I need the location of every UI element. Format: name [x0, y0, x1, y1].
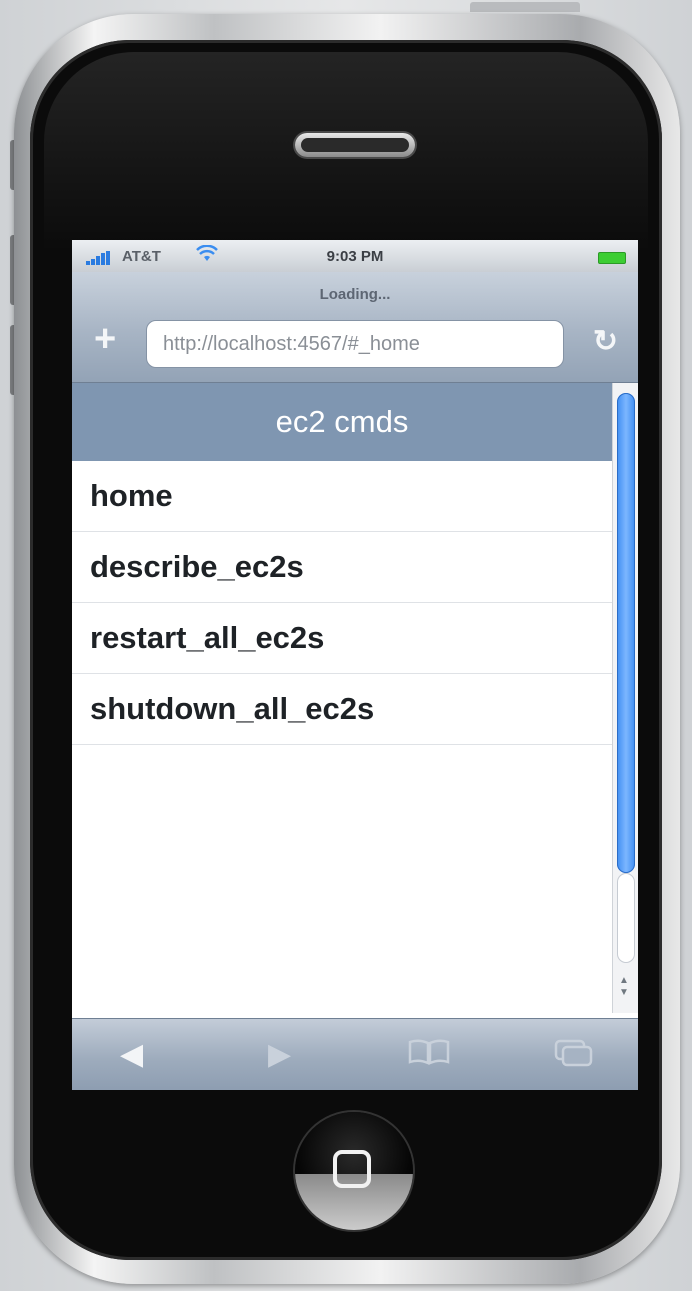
list-item-restart-all-ec2s[interactable]: restart_all_ec2s	[72, 603, 612, 674]
clock: 9:03 PM	[326, 248, 384, 265]
url-input[interactable]	[146, 320, 564, 368]
page-title: ec2 cmds	[72, 383, 612, 461]
list-item-describe-ec2s[interactable]: describe_ec2s	[72, 532, 612, 603]
reload-icon[interactable]: ↻	[593, 324, 618, 359]
page-loading-title: Loading...	[319, 286, 391, 303]
command-list: home describe_ec2s restart_all_ec2s shut…	[72, 461, 612, 745]
scrollbar-track[interactable]	[617, 873, 635, 963]
forward-icon[interactable]: ▶	[268, 1037, 291, 1072]
scrollbar[interactable]: ▲ ▼	[612, 383, 638, 1013]
list-item-shutdown-all-ec2s[interactable]: shutdown_all_ec2s	[72, 674, 612, 745]
phone-stage: AT&T 9:03 PM Loading... + ↻ ec2 cmds hom…	[0, 0, 692, 1291]
home-button[interactable]	[295, 1112, 413, 1230]
sleep-button	[470, 2, 580, 12]
scrollbar-thumb[interactable]	[617, 393, 635, 873]
phone-screen: AT&T 9:03 PM Loading... + ↻ ec2 cmds hom…	[72, 240, 638, 1090]
battery-icon	[598, 252, 626, 264]
pages-icon[interactable]	[554, 1039, 594, 1075]
list-item-home[interactable]: home	[72, 461, 612, 532]
speaker-grille	[301, 138, 409, 152]
browser-toolbar: ◀ ▶	[72, 1018, 638, 1090]
bookmarks-icon[interactable]	[408, 1039, 450, 1073]
earpiece-speaker	[295, 133, 415, 157]
add-bookmark-icon[interactable]: +	[94, 320, 116, 358]
scroll-arrows-icon[interactable]: ▲ ▼	[619, 975, 629, 999]
status-bar: AT&T 9:03 PM	[72, 240, 638, 272]
browser-url-bar: Loading... + ↻	[72, 272, 638, 383]
home-square-icon	[333, 1150, 371, 1188]
back-icon[interactable]: ◀	[120, 1037, 143, 1072]
